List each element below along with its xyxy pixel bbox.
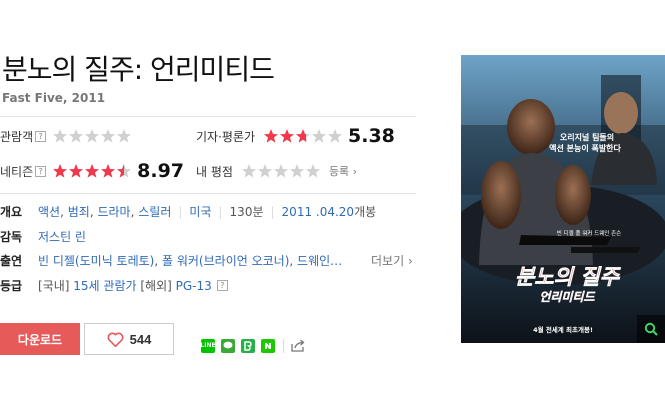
overview-label: 개요 bbox=[0, 205, 23, 219]
star-icon bbox=[280, 129, 295, 143]
audience-label: 관람객 bbox=[0, 129, 34, 144]
star-icon bbox=[328, 129, 343, 143]
overview-row: 개요 액션, 범죄, 드라마, 스릴러 | 미국 | 130분 | 2011 .… bbox=[0, 203, 377, 220]
critics-rating: 기자·평론가 5.38 bbox=[196, 124, 395, 148]
my-rating-label: 내 평점 bbox=[196, 164, 233, 179]
star-icon bbox=[53, 164, 68, 178]
director-row: 감독 저스틴 린 bbox=[0, 228, 86, 245]
download-button[interactable]: 다운로드 bbox=[0, 323, 80, 355]
star-icon bbox=[117, 164, 132, 178]
release-suffix: 개봉 bbox=[354, 205, 377, 219]
star-icon bbox=[69, 164, 84, 178]
star-icon bbox=[85, 129, 100, 143]
grade-label: 등급 bbox=[0, 279, 23, 293]
release-date-link[interactable]: 2011 .04.20 bbox=[282, 205, 355, 219]
country-link[interactable]: 미국 bbox=[189, 203, 211, 220]
star-icon bbox=[305, 164, 320, 178]
star-icon bbox=[69, 129, 84, 143]
like-count: 544 bbox=[129, 331, 152, 347]
share-icon[interactable] bbox=[290, 338, 306, 353]
cast-link[interactable]: 빈 디젤(도미닉 토레토) bbox=[38, 252, 154, 269]
divider bbox=[0, 193, 416, 194]
director-label: 감독 bbox=[0, 230, 23, 244]
heart-icon bbox=[107, 332, 124, 347]
poster-tagline: 오리지널 팀들의 bbox=[560, 132, 614, 142]
star-icon bbox=[53, 129, 68, 143]
genre-link[interactable]: 범죄 bbox=[68, 203, 90, 220]
poster-image: 오리지널 팀들의 액션 본능이 폭발한다 빈 디젤 폴 워커 드웨인 존슨 분노… bbox=[461, 55, 665, 343]
star-icon bbox=[257, 164, 272, 178]
genre-link[interactable]: 스릴러 bbox=[138, 203, 171, 220]
netizen-score: 8.97 bbox=[137, 160, 185, 182]
director-link[interactable]: 저스틴 린 bbox=[38, 228, 86, 245]
star-icon bbox=[101, 164, 116, 178]
poster-logo: 분노의 질주 bbox=[515, 265, 622, 289]
search-icon bbox=[644, 322, 658, 336]
my-rating: 내 평점 등록 › bbox=[196, 159, 357, 183]
grade-kr-link[interactable]: 15세 관람가 bbox=[73, 277, 136, 294]
genre-link[interactable]: 액션 bbox=[38, 203, 60, 220]
star-icon bbox=[296, 129, 311, 143]
line-icon[interactable]: LINE bbox=[200, 338, 216, 353]
cast-link[interactable]: 폴 워커(브라이언 오코너) bbox=[162, 252, 289, 269]
poster-logo: 언리미티드 bbox=[539, 290, 595, 304]
movie-subtitle: Fast Five, 2011 bbox=[2, 91, 106, 105]
star-icon bbox=[312, 129, 327, 143]
movie-poster[interactable]: 오리지널 팀들의 액션 본능이 폭발한다 빈 디젤 폴 워커 드웨인 존슨 분노… bbox=[461, 55, 665, 343]
like-button[interactable]: 544 bbox=[84, 323, 174, 355]
more-link[interactable]: 더보기 › bbox=[371, 252, 413, 269]
cast-row: 출연 빈 디젤(도미닉 토레토), 폴 워커(브라이언 오코너), 드웨인… bbox=[0, 252, 343, 269]
netizen-stars bbox=[52, 163, 132, 179]
share-bar: LINE bbox=[200, 338, 306, 353]
help-icon[interactable]: ? bbox=[35, 165, 47, 177]
star-icon bbox=[101, 129, 116, 143]
naver-icon[interactable] bbox=[261, 338, 275, 353]
poster-tagline: 액션 본능이 폭발한다 bbox=[549, 143, 621, 153]
band-icon[interactable] bbox=[241, 338, 255, 353]
movie-title: 분노의 질주: 언리미티드 bbox=[2, 53, 275, 86]
star-icon bbox=[273, 164, 288, 178]
star-icon bbox=[289, 164, 304, 178]
netizen-label: 네티즌 bbox=[0, 164, 34, 179]
star-icon bbox=[117, 129, 132, 143]
critics-score: 5.38 bbox=[348, 125, 395, 147]
separator: | bbox=[270, 204, 275, 219]
star-icon bbox=[264, 129, 279, 143]
genre-link[interactable]: 드라마 bbox=[97, 203, 130, 220]
star-icon bbox=[85, 164, 100, 178]
separator: | bbox=[218, 204, 223, 219]
cast-link[interactable]: 드웨인… bbox=[297, 252, 342, 269]
my-rating-stars[interactable] bbox=[241, 163, 321, 179]
netizen-rating: 네티즌? 8.97 bbox=[0, 159, 184, 183]
poster-release-text: 4월 전세계 최초개봉! bbox=[533, 325, 593, 334]
rate-register-link[interactable]: 등록 › bbox=[329, 163, 357, 179]
star-icon bbox=[241, 164, 256, 178]
grade-row: 등급 [국내] 15세 관람가 [해외] PG-13 ? bbox=[0, 277, 228, 294]
separator: | bbox=[178, 204, 183, 219]
critics-stars bbox=[263, 128, 343, 144]
help-icon[interactable]: ? bbox=[35, 130, 47, 142]
grade-os-link[interactable]: PG-13 bbox=[176, 279, 212, 293]
kakaotalk-icon[interactable] bbox=[221, 338, 235, 353]
audience-rating: 관람객? bbox=[0, 124, 132, 148]
poster-cast-names: 빈 디젤 폴 워커 드웨인 존슨 bbox=[557, 229, 621, 237]
audience-stars bbox=[52, 128, 132, 144]
critics-label: 기자·평론가 bbox=[196, 129, 256, 144]
cast-label: 출연 bbox=[0, 254, 23, 268]
divider bbox=[283, 338, 284, 353]
help-icon[interactable]: ? bbox=[216, 280, 228, 291]
zoom-button[interactable] bbox=[637, 315, 665, 343]
divider bbox=[0, 116, 416, 117]
runtime: 130분 bbox=[229, 205, 264, 219]
